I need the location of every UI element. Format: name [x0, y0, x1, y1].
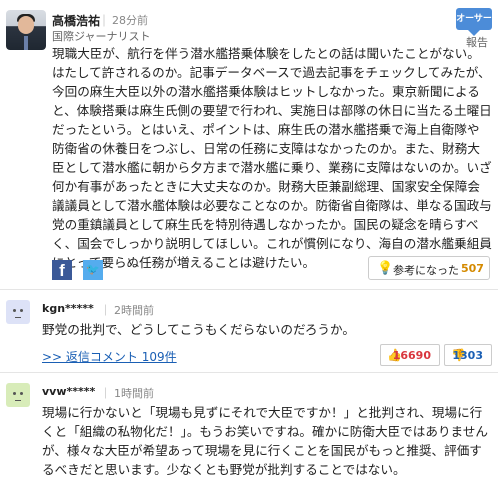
- reply-count-link[interactable]: >> 返信コメント 109件: [42, 348, 177, 365]
- reply-time: 1時間前: [114, 387, 154, 400]
- author-title: 国際ジャーナリスト: [52, 30, 151, 43]
- helpful-count: 507: [461, 262, 484, 275]
- reply-text: 野党の批判で、どうしてこうもくだらないのだろうか。: [42, 322, 355, 337]
- author-comment: 高橋浩祐 ｜ 28分前 国際ジャーナリスト オーサー 報告 現職大臣が、航行を伴…: [0, 0, 498, 288]
- twitter-icon[interactable]: 🐦: [83, 260, 103, 280]
- helpful-button[interactable]: 💡 参考になった 507: [368, 256, 490, 280]
- author-name[interactable]: 高橋浩祐: [52, 12, 100, 29]
- separator: ｜: [100, 387, 111, 400]
- dislike-count: 1303: [452, 349, 483, 362]
- reply-user[interactable]: vvw*****: [42, 385, 95, 398]
- like-button[interactable]: 👍 16690: [380, 344, 440, 366]
- like-count: 16690: [392, 349, 431, 362]
- reply-item: kgn***** ｜ 2時間前 野党の批判で、どうしてこうもくだらないのだろうか…: [0, 290, 498, 370]
- reply-user[interactable]: kgn*****: [42, 302, 94, 315]
- lightbulb-icon: 💡: [377, 261, 394, 276]
- dislike-button[interactable]: 👎 1303: [444, 344, 492, 366]
- helpful-label: 参考になった: [393, 264, 459, 277]
- reply-text: 現場に行かないと「現場も見ずにそれで大臣ですか！」と批判され、現場に行くと「組織…: [42, 405, 488, 477]
- comment-text: 現職大臣が、航行を伴う潜水艦搭乗体験をしたとの話は聞いたことがない。はたして許さ…: [52, 46, 492, 270]
- reply-item: vvw***** ｜ 1時間前 現場に行かないと「現場も見ずにそれで大臣ですか！…: [0, 373, 498, 480]
- user-avatar[interactable]: [6, 300, 30, 324]
- comment-time: 28分前: [112, 14, 148, 27]
- owner-badge: オーサー: [456, 8, 492, 36]
- user-avatar[interactable]: [6, 383, 30, 407]
- separator: ｜: [98, 14, 111, 28]
- author-avatar[interactable]: [6, 10, 46, 50]
- separator: ｜: [100, 304, 111, 317]
- facebook-icon[interactable]: f: [52, 260, 72, 280]
- reply-time: 2時間前: [114, 304, 154, 317]
